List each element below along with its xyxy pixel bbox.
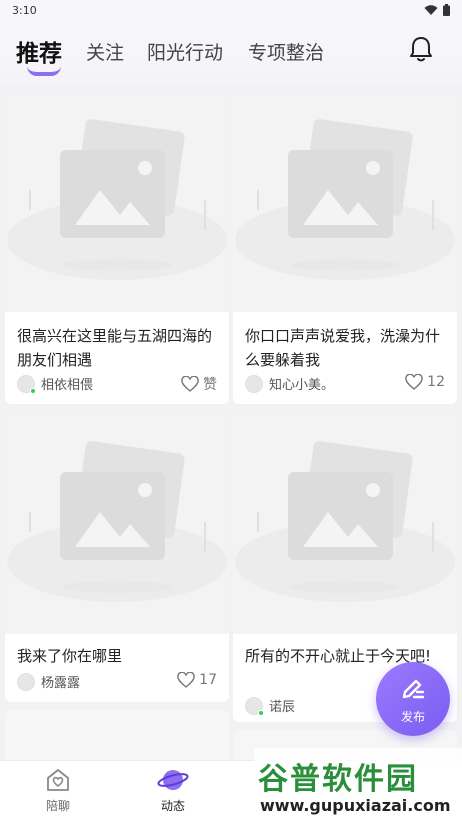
post-title: 你口口声声说爱我，洗澡为什么要躲着我 bbox=[245, 327, 441, 369]
watermark-url: www.gupuxiazai.com bbox=[260, 796, 451, 815]
post-author[interactable]: 相依相偎 bbox=[17, 374, 94, 394]
like-count: 12 bbox=[427, 374, 445, 390]
heart-icon bbox=[177, 672, 195, 688]
post-card[interactable] bbox=[5, 710, 229, 760]
feed-grid: 很高兴在这里能与五湖四海的朋友们相遇 相依相偎 赞 你口口声声说爱我，洗澡为什么… bbox=[0, 84, 462, 760]
author-name: 知心小美。 bbox=[269, 378, 335, 393]
publish-button[interactable]: 发布 bbox=[376, 662, 450, 736]
post-title: 很高兴在这里能与五湖四海的朋友们相遇 bbox=[17, 327, 213, 369]
author-name: 诺辰 bbox=[269, 700, 296, 715]
post-image-placeholder bbox=[5, 90, 229, 312]
like-button[interactable]: 17 bbox=[177, 672, 217, 688]
post-image-placeholder bbox=[233, 412, 457, 634]
post-card[interactable]: 很高兴在这里能与五湖四海的朋友们相遇 相依相偎 赞 bbox=[5, 90, 229, 404]
avatar bbox=[17, 672, 35, 691]
like-count: 17 bbox=[199, 672, 217, 688]
like-count: 赞 bbox=[203, 377, 217, 393]
battery-icon bbox=[443, 4, 450, 16]
nav-item-moments[interactable]: 动态 bbox=[138, 767, 208, 814]
author-name: 杨露露 bbox=[41, 676, 81, 691]
heart-icon bbox=[181, 376, 199, 392]
avatar bbox=[17, 374, 36, 394]
home-heart-icon bbox=[47, 769, 69, 791]
image-placeholder-icon bbox=[7, 119, 227, 280]
publish-label: 发布 bbox=[400, 710, 425, 724]
nav-item-chat[interactable]: 陪聊 bbox=[23, 767, 93, 814]
status-bar: 3:10 bbox=[0, 0, 462, 22]
post-title: 我来了你在哪里 bbox=[17, 647, 123, 665]
watermark-title: 谷普软件园 bbox=[258, 762, 418, 797]
avatar bbox=[245, 374, 263, 393]
watermark: 谷普软件园 www.gupuxiazai.com bbox=[254, 748, 462, 823]
heart-icon bbox=[405, 374, 423, 390]
post-author[interactable]: 杨露露 bbox=[17, 672, 80, 691]
bell-icon[interactable] bbox=[408, 35, 434, 63]
post-image-placeholder bbox=[5, 412, 229, 634]
planet-icon bbox=[157, 770, 189, 790]
tab-recommend[interactable]: 推荐 bbox=[16, 34, 62, 68]
online-dot bbox=[258, 709, 264, 716]
post-author[interactable]: 诺辰 bbox=[245, 696, 296, 716]
avatar bbox=[245, 696, 264, 716]
like-button[interactable]: 12 bbox=[405, 374, 445, 390]
tab-follow[interactable]: 关注 bbox=[86, 38, 124, 65]
post-card[interactable]: 你口口声声说爱我，洗澡为什么要躲着我 知心小美。 12 bbox=[233, 90, 457, 404]
like-button[interactable]: 赞 bbox=[181, 374, 217, 394]
tab-special-rectification[interactable]: 专项整治 bbox=[248, 38, 324, 65]
edit-icon bbox=[402, 679, 425, 699]
online-dot bbox=[30, 387, 36, 394]
nav-label: 陪聊 bbox=[45, 799, 70, 813]
image-placeholder-icon bbox=[235, 441, 455, 602]
post-image-placeholder bbox=[233, 90, 457, 312]
post-card[interactable]: 我来了你在哪里 杨露露 17 bbox=[5, 412, 229, 702]
status-icons bbox=[424, 4, 450, 16]
image-placeholder-icon bbox=[7, 441, 227, 602]
top-tab-bar: 推荐 关注 阳光行动 专项整治 bbox=[0, 22, 462, 84]
status-time: 3:10 bbox=[12, 4, 37, 17]
post-author[interactable]: 知心小美。 bbox=[245, 374, 334, 393]
image-placeholder-icon bbox=[235, 119, 455, 280]
author-name: 相依相偎 bbox=[41, 378, 94, 393]
nav-label: 动态 bbox=[160, 799, 185, 813]
active-tab-indicator bbox=[27, 66, 61, 76]
wifi-icon bbox=[424, 4, 438, 15]
tab-sunshine-action[interactable]: 阳光行动 bbox=[147, 38, 223, 65]
